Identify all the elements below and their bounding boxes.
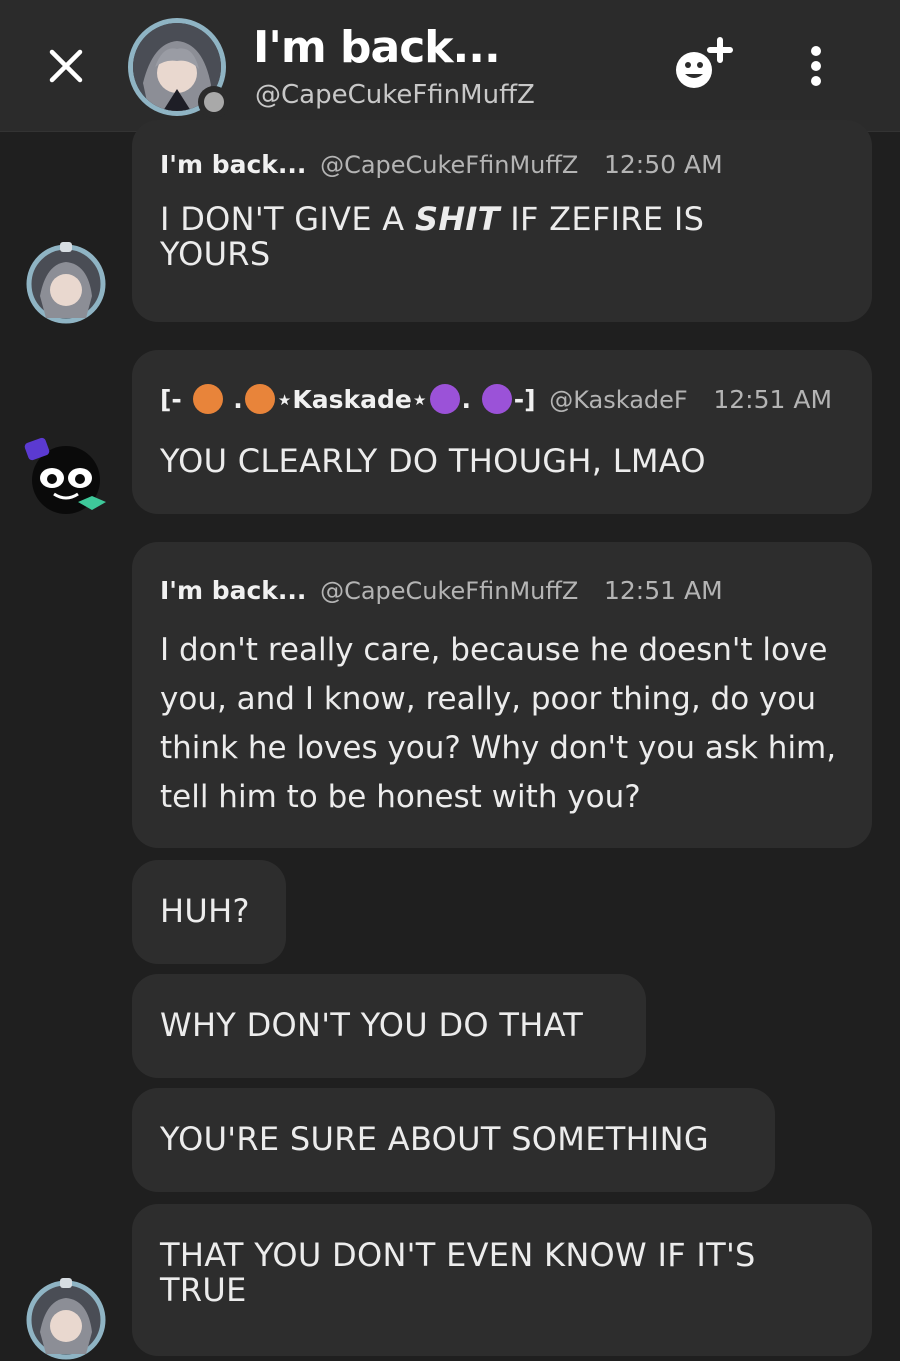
- chat-header: I'm back... @CapeCukeFfinMuffZ: [0, 0, 900, 132]
- message-bubble: WHY DON'T YOU DO THAT: [132, 974, 646, 1078]
- dot: [811, 76, 821, 86]
- message-bubble: [- . ⋆Kaskade⋆. -] @KaskadeF 12:51 AM YOU…: [132, 350, 872, 514]
- author-handle: @CapeCukeFfinMuffZ: [320, 577, 579, 605]
- message-meta: [- . ⋆Kaskade⋆. -] @KaskadeF 12:51 AM: [160, 384, 832, 414]
- author-handle: @KaskadeF: [549, 386, 688, 414]
- author-name[interactable]: I'm back...: [160, 576, 306, 605]
- chat-handle: @CapeCukeFfinMuffZ: [255, 80, 535, 110]
- message-text: YOU CLEARLY DO THOUGH, LMAO: [160, 442, 706, 480]
- message-meta: I'm back... @CapeCukeFfinMuffZ 12:51 AM: [160, 576, 723, 605]
- devil-emoji-icon: [429, 384, 460, 414]
- name-part: -]: [513, 385, 536, 414]
- message-text: HUH?: [160, 892, 250, 930]
- dot: [811, 46, 821, 56]
- close-icon: [49, 49, 83, 83]
- status-offline-indicator: [198, 86, 230, 118]
- message-text: I DON'T GIVE A SHIT IF ZEFIRE IS YOURS: [160, 202, 760, 272]
- message-avatar[interactable]: [26, 240, 106, 324]
- devil-emoji-icon: [481, 384, 512, 414]
- message-time: 12:51 AM: [603, 576, 723, 605]
- add-reaction-button[interactable]: [670, 36, 736, 96]
- message-bubble: I'm back... @CapeCukeFfinMuffZ 12:51 AM …: [132, 542, 872, 848]
- message-text: THAT YOU DON'T EVEN KNOW IF IT'S TRUE: [160, 1236, 756, 1309]
- dot: [811, 61, 821, 71]
- name-part: ⋆Kaskade⋆: [276, 385, 428, 414]
- emoji-add-icon: [676, 37, 733, 88]
- message-bubble: HUH?: [132, 860, 286, 964]
- message-bubble: I'm back... @CapeCukeFfinMuffZ 12:50 AM …: [132, 120, 872, 322]
- name-part: .: [461, 385, 472, 414]
- author-handle: @CapeCukeFfinMuffZ: [320, 151, 579, 179]
- text-part: I DON'T GIVE A: [160, 200, 415, 238]
- message-bubble: THAT YOU DON'T EVEN KNOW IF IT'S TRUE: [132, 1204, 872, 1356]
- more-options-button[interactable]: [800, 40, 832, 92]
- avatar-image-icon: [26, 1278, 106, 1360]
- author-name[interactable]: I'm back...: [160, 150, 306, 179]
- message-text: I don't really care, because he doesn't …: [160, 632, 837, 815]
- avatar-image-icon: [24, 437, 106, 514]
- chat-title: I'm back...: [253, 22, 501, 73]
- author-name[interactable]: [- . ⋆Kaskade⋆. -]: [160, 384, 536, 414]
- name-part: .: [233, 385, 243, 414]
- text-bold: SHIT: [414, 200, 500, 238]
- fox-emoji-icon: [244, 384, 275, 414]
- message-text: YOU'RE SURE ABOUT SOMETHING: [160, 1120, 710, 1158]
- message-meta: I'm back... @CapeCukeFfinMuffZ 12:50 AM: [160, 150, 723, 179]
- message-text: WHY DON'T YOU DO THAT: [160, 1006, 584, 1044]
- message-time: 12:50 AM: [603, 150, 723, 179]
- message-avatar[interactable]: [22, 430, 108, 520]
- message-time: 12:51 AM: [713, 385, 833, 414]
- avatar-image-icon: [26, 242, 106, 324]
- message-avatar[interactable]: [26, 1276, 106, 1360]
- name-part: [-: [160, 385, 182, 414]
- close-button[interactable]: [40, 40, 92, 92]
- fox-emoji-icon: [192, 384, 223, 414]
- message-bubble: YOU'RE SURE ABOUT SOMETHING: [132, 1088, 775, 1192]
